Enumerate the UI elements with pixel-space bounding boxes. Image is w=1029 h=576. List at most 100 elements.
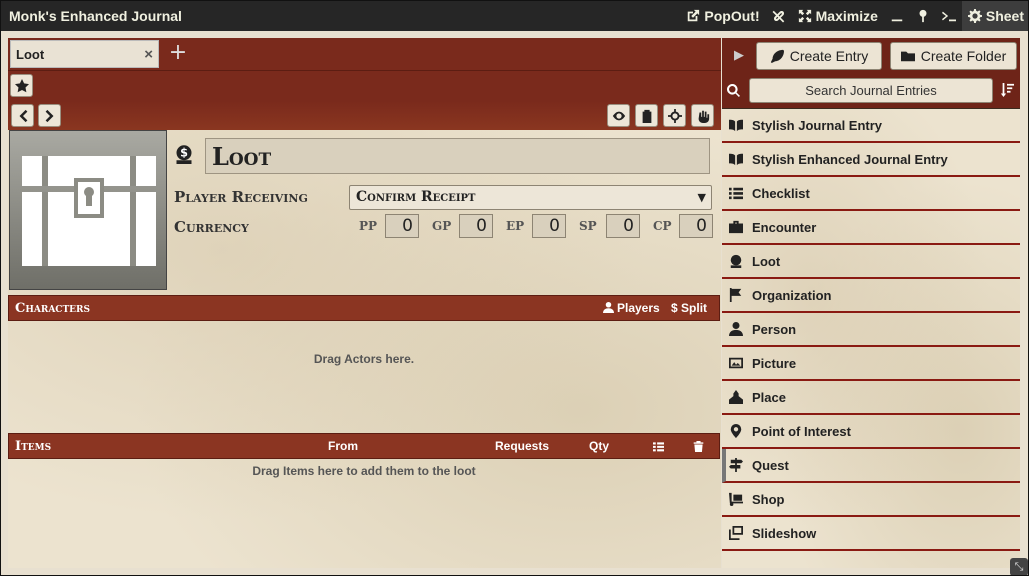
journal-window: Monk's Enhanced Journal PopOut! Maximize… (0, 0, 1029, 576)
items-dropzone[interactable]: Drag Items here to add them to the loot (8, 459, 720, 559)
sidebar-item-shop[interactable]: Shop (722, 483, 1020, 517)
players-button[interactable]: Players (603, 301, 660, 315)
crosshairs-icon (667, 108, 682, 123)
sidebar-item-slideshow[interactable]: Slideshow (722, 517, 1020, 551)
back-button[interactable] (11, 104, 34, 127)
forward-button[interactable] (38, 104, 61, 127)
place-icon (729, 390, 743, 404)
sidebar-header: ▶ Create Entry Create Folder Search Jour… (722, 38, 1020, 108)
resize-handle[interactable]: ⤡ (1010, 558, 1028, 575)
star-icon (14, 78, 29, 92)
sidebar-item-quest[interactable]: Quest (722, 449, 1020, 483)
flag-icon (729, 288, 742, 302)
player-receiving-select[interactable]: Confirm Receipt ▼ (349, 185, 712, 210)
sidebar-item-place[interactable]: Place (722, 381, 1020, 415)
characters-title: Characters (15, 301, 90, 316)
add-tab-button[interactable]: + (166, 41, 190, 65)
user-icon (729, 322, 743, 336)
create-folder-button[interactable]: Create Folder (890, 42, 1017, 70)
popout-button[interactable]: PopOut! (680, 1, 765, 31)
expand-icon (798, 9, 811, 23)
clipboard-icon (642, 109, 651, 123)
show-to-players-button[interactable] (607, 104, 630, 127)
terminal-icon (941, 11, 956, 22)
list-icon[interactable] (653, 441, 664, 452)
dolly-icon (729, 492, 743, 506)
items-col-qty: Qty (589, 439, 610, 453)
currency-pp-field[interactable]: 0 (385, 214, 419, 238)
currency-sp-label: SP (579, 219, 597, 233)
sidebar-item-checklist[interactable]: Checklist (722, 177, 1020, 211)
items-col-from: From (328, 439, 358, 453)
macro-button[interactable] (936, 1, 962, 31)
sidebar-item-organization[interactable]: Organization (722, 279, 1020, 313)
split-button[interactable]: $ Split (671, 301, 707, 315)
unlink-button[interactable] (766, 1, 792, 31)
map-marker-icon (730, 424, 742, 438)
trash-icon[interactable] (693, 441, 704, 452)
currency-gp-field[interactable]: 0 (459, 214, 493, 238)
sidebar-item-loot[interactable]: Loot (722, 245, 1020, 279)
currency-sp-field[interactable]: 0 (606, 214, 640, 238)
journal-main: Loot × + $ Loot Player Receiving Confirm… (8, 38, 721, 568)
window-title: Monk's Enhanced Journal (9, 8, 182, 24)
svg-text:$: $ (180, 147, 188, 160)
bookmark-button[interactable] (10, 74, 33, 97)
entry-portrait[interactable] (9, 130, 167, 290)
entry-name-field[interactable]: Loot (205, 138, 710, 174)
tab-loot[interactable]: Loot × (10, 40, 159, 68)
search-icon (727, 84, 740, 97)
sidebar-item-stylish-enhanced-journal-entry[interactable]: Stylish Enhanced Journal Entry (722, 143, 1020, 177)
maximize-button[interactable]: Maximize (792, 1, 884, 31)
items-empty-text: Drag Items here to add them to the loot (252, 464, 476, 478)
window-titlebar[interactable]: Monk's Enhanced Journal PopOut! Maximize… (1, 1, 1028, 31)
currency-pp-label: PP (359, 219, 378, 233)
currency-cp-field[interactable]: 0 (679, 214, 713, 238)
gear-icon (967, 9, 982, 23)
items-header: Items From Requests Qty (8, 433, 720, 459)
sheet-button[interactable]: Sheet (961, 1, 1028, 31)
tab-bar: Loot × + (8, 38, 721, 70)
currency-cp-label: CP (653, 219, 672, 233)
images-icon (729, 526, 743, 540)
dollar-icon: $ (671, 301, 678, 315)
sidebar-item-stylish-journal-entry[interactable]: Stylish Journal Entry (722, 109, 1020, 143)
feather-icon (770, 49, 784, 63)
chevron-left-icon (19, 109, 27, 122)
treasure-chest-icon (22, 156, 156, 266)
characters-empty-text: Drag Actors here. (313, 352, 415, 366)
currency-ep-label: EP (506, 219, 525, 233)
items-col-requests: Requests (495, 439, 550, 453)
list-icon (729, 187, 743, 200)
pin-button[interactable] (910, 1, 936, 31)
image-icon (729, 357, 743, 369)
sidebar-item-person[interactable]: Person (722, 313, 1020, 347)
tab-close-button[interactable]: × (144, 46, 153, 63)
characters-header: Characters Players $ Split (8, 295, 720, 321)
sidebar-item-encounter[interactable]: Encounter (722, 211, 1020, 245)
book-open-icon (729, 119, 743, 132)
chevron-right-icon (45, 109, 53, 122)
minimize-button[interactable] (884, 1, 910, 31)
folder-icon (900, 51, 915, 62)
clipboard-button[interactable] (635, 104, 658, 127)
sidebar-item-picture[interactable]: Picture (722, 347, 1020, 381)
player-receiving-label: Player Receiving (174, 188, 308, 206)
unlink-icon (772, 10, 784, 23)
permissions-button[interactable] (691, 104, 714, 127)
sidebar-item-point-of-interest[interactable]: Point of Interest (722, 415, 1020, 449)
entry-type-list: Stylish Journal Entry Stylish Enhanced J… (722, 109, 1020, 568)
currency-label: Currency (174, 218, 249, 236)
coin-bag-icon (730, 254, 742, 268)
target-button[interactable] (663, 104, 686, 127)
characters-dropzone[interactable]: Drag Actors here. (8, 322, 720, 432)
currency-gp-label: GP (432, 219, 452, 233)
collapse-sidebar-button[interactable]: ▶ (734, 48, 744, 63)
book-open-icon (729, 153, 743, 166)
sort-icon[interactable] (1000, 83, 1014, 97)
hand-icon (698, 110, 709, 123)
currency-ep-field[interactable]: 0 (532, 214, 566, 238)
search-input[interactable]: Search Journal Entries (749, 78, 993, 103)
create-entry-button[interactable]: Create Entry (756, 42, 882, 70)
coin-bag-icon: $ (176, 145, 192, 164)
